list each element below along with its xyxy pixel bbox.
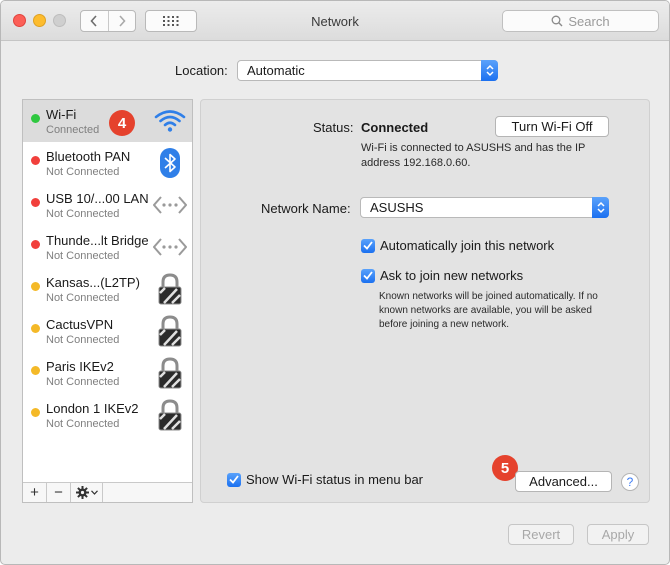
service-name: USB 10/...00 LAN xyxy=(46,191,149,206)
vpn-lock-icon xyxy=(153,357,187,389)
location-popup[interactable]: Automatic xyxy=(237,60,498,81)
status-label: Status: xyxy=(313,120,354,135)
status-description: Wi-Fi is connected to ASUSHS and has the… xyxy=(361,142,586,169)
service-status: Connected xyxy=(46,124,100,136)
vpn-lock-icon xyxy=(153,273,187,305)
service-item-cactusvpn[interactable]: CactusVPN Not Connected xyxy=(23,310,192,352)
status-dot xyxy=(31,366,40,375)
service-status: Not Connected xyxy=(46,418,120,430)
bluetooth-icon xyxy=(153,147,187,179)
service-name: Bluetooth PAN xyxy=(46,149,131,164)
advanced-button[interactable]: Advanced... xyxy=(515,471,612,492)
location-value: Automatic xyxy=(247,63,305,78)
auto-join-checkbox[interactable] xyxy=(361,238,375,253)
vpn-lock-icon xyxy=(153,315,187,347)
wifi-icon xyxy=(153,105,187,137)
service-status: Not Connected xyxy=(46,166,120,178)
revert-button[interactable]: Revert xyxy=(508,524,574,545)
search-placeholder: Search xyxy=(568,13,610,29)
auto-join-label: Automatically join this network xyxy=(380,238,555,253)
ethernet-icon xyxy=(153,231,187,263)
apply-button[interactable]: Apply xyxy=(587,524,649,545)
service-status: Not Connected xyxy=(46,250,120,262)
service-name: CactusVPN xyxy=(46,317,114,332)
ask-join-label: Ask to join new networks xyxy=(380,268,524,283)
service-status: Not Connected xyxy=(46,292,120,304)
turn-wifi-off-button[interactable]: Turn Wi-Fi Off xyxy=(495,116,609,137)
ask-join-checkbox[interactable] xyxy=(361,268,375,283)
service-list: Wi-Fi Connected Bluetooth PAN Not Connec… xyxy=(22,99,193,503)
ethernet-icon xyxy=(153,189,187,221)
status-dot xyxy=(31,114,40,123)
network-preferences-window: Network Search Location: Automatic Wi-Fi… xyxy=(0,0,670,565)
gear-icon xyxy=(75,486,89,499)
status-dot xyxy=(31,324,40,333)
network-name-label: Network Name: xyxy=(261,201,351,216)
status-dot xyxy=(31,156,40,165)
show-status-checkbox-row[interactable]: Show Wi-Fi status in menu bar xyxy=(227,472,423,487)
popup-arrows-icon xyxy=(592,197,609,218)
checkmark-icon xyxy=(229,475,239,484)
network-name-value: ASUSHS xyxy=(370,200,424,215)
auto-join-checkbox-row[interactable]: Automatically join this network xyxy=(361,238,554,253)
service-item-london-1-ikev2[interactable]: London 1 IKEv2 Not Connected xyxy=(23,394,192,436)
service-name: Paris IKEv2 xyxy=(46,359,114,374)
service-item-kansas-l2tp[interactable]: Kansas...(L2TP) Not Connected xyxy=(23,268,192,310)
service-item-wifi[interactable]: Wi-Fi Connected xyxy=(23,100,192,142)
status-dot xyxy=(31,408,40,417)
status-dot xyxy=(31,198,40,207)
service-name: Wi-Fi xyxy=(46,107,77,122)
show-status-checkbox[interactable] xyxy=(227,472,241,487)
service-name: London 1 IKEv2 xyxy=(46,401,139,416)
vpn-lock-icon xyxy=(153,399,187,431)
title-bar: Network Search xyxy=(1,1,669,41)
network-name-popup[interactable]: ASUSHS xyxy=(360,197,609,218)
checkmark-icon xyxy=(363,271,373,280)
search-icon xyxy=(551,15,563,27)
service-status: Not Connected xyxy=(46,376,120,388)
location-label: Location: xyxy=(175,63,228,78)
search-field[interactable]: Search xyxy=(502,10,659,32)
status-dot xyxy=(31,240,40,249)
step-badge-4: 4 xyxy=(109,110,135,136)
status-dot xyxy=(31,282,40,291)
status-value: Connected xyxy=(361,120,429,135)
checkmark-icon xyxy=(363,241,373,250)
service-status: Not Connected xyxy=(46,208,120,220)
chevron-down-icon xyxy=(90,490,98,495)
service-list-toolbar: + − xyxy=(23,482,192,502)
service-actions-button[interactable] xyxy=(71,483,103,502)
ask-join-note: Known networks will be joined automatica… xyxy=(379,291,598,330)
service-status: Not Connected xyxy=(46,334,120,346)
service-item-bluetooth-pan[interactable]: Bluetooth PAN Not Connected xyxy=(23,142,192,184)
popup-arrows-icon xyxy=(481,60,498,81)
add-service-button[interactable]: + xyxy=(23,483,47,502)
ask-join-checkbox-row[interactable]: Ask to join new networks xyxy=(361,268,523,283)
service-item-usb-lan[interactable]: USB 10/...00 LAN Not Connected xyxy=(23,184,192,226)
help-button[interactable]: ? xyxy=(621,473,639,491)
remove-service-button[interactable]: − xyxy=(47,483,71,502)
service-item-paris-ikev2[interactable]: Paris IKEv2 Not Connected xyxy=(23,352,192,394)
service-item-thunderbolt-bridge[interactable]: Thunde...lt Bridge Not Connected xyxy=(23,226,192,268)
show-status-label: Show Wi-Fi status in menu bar xyxy=(246,472,424,487)
service-name: Thunde...lt Bridge xyxy=(46,233,149,248)
service-name: Kansas...(L2TP) xyxy=(46,275,140,290)
